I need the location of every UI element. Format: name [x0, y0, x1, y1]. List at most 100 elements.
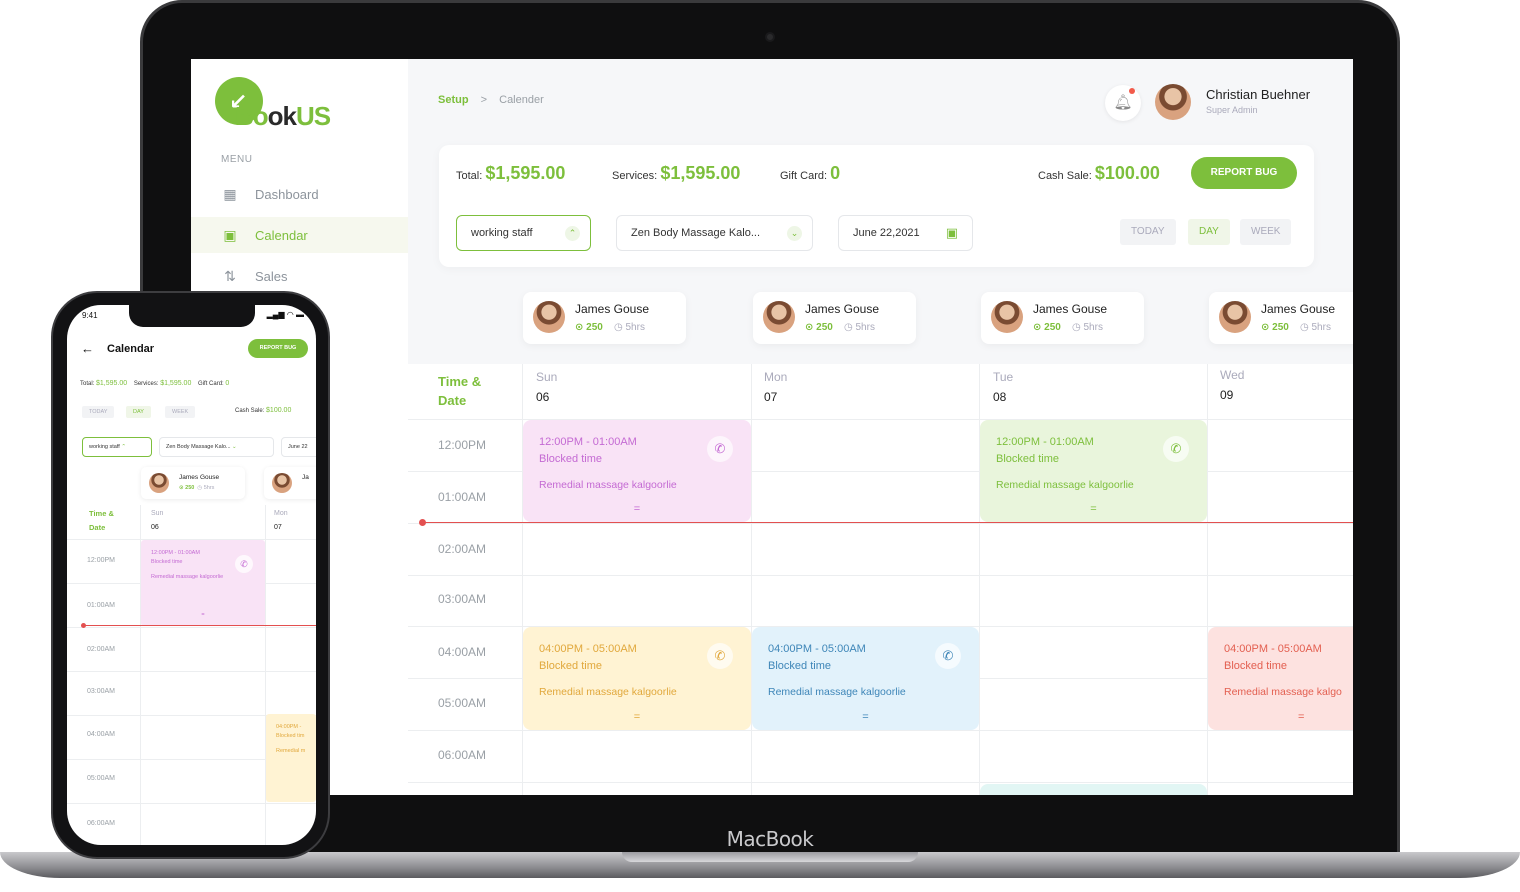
- day-header-mon: Mon 07: [274, 510, 288, 531]
- appointment-time: 04:00PM -: [276, 724, 302, 730]
- laptop-camera: [765, 32, 775, 42]
- service-select[interactable]: Zen Body Massage Kalo... ⌄: [616, 215, 813, 251]
- total-stat: Total: $1,595.00: [456, 163, 566, 183]
- appointment-block[interactable]: 12:00PM - 01:00AM Blocked time Remedial …: [980, 420, 1207, 522]
- sidebar-item-label: Sales: [255, 268, 288, 284]
- drag-handle-icon[interactable]: =: [980, 501, 1207, 518]
- services-stat: Services: $1,595.00: [612, 163, 741, 183]
- time-label: 06:00AM: [438, 748, 487, 762]
- back-arrow-icon[interactable]: ←: [81, 341, 94, 356]
- sidebar-item-label: Dashboard: [255, 186, 319, 202]
- date-picker[interactable]: June 22,2021 ▣: [838, 215, 973, 251]
- appointment-block[interactable]: 04:00PM - Blocked tim Remedial m: [266, 714, 316, 802]
- laptop-screen: ↙ BookUS MENU ▦ Dashboard ▣ Calendar ⇅ S…: [191, 59, 1353, 795]
- user-name: Christian Buehner: [1206, 87, 1311, 102]
- appointment-status: Blocked time: [539, 453, 602, 465]
- drag-handle-icon[interactable]: =: [141, 611, 265, 620]
- view-day-tab[interactable]: DAY: [126, 406, 151, 418]
- time-date-header: Time & Date: [89, 509, 114, 532]
- report-bug-button[interactable]: REPORT BUG: [1191, 157, 1297, 189]
- appointment-block[interactable]: 04:00PM - 05:00AM Blocked time Remedial …: [523, 627, 751, 730]
- summary-card: Total: $1,595.00 Services: $1,595.00 Gif…: [439, 145, 1314, 267]
- time-label: 06:00AM: [87, 820, 116, 827]
- drag-handle-icon[interactable]: =: [1298, 709, 1304, 726]
- breadcrumb-root[interactable]: Setup: [438, 94, 469, 106]
- sidebar-item-calendar[interactable]: ▣ Calendar: [191, 217, 408, 253]
- current-time-dot: [419, 519, 426, 526]
- calendar-grid: Time & Date Sun 06 Mon 07 Tue 08 Wed 09 12:00…: [408, 364, 1353, 795]
- notification-dot: [1129, 88, 1135, 94]
- phone-icon[interactable]: ✆: [707, 436, 733, 462]
- date-picker-value: June 22,2021: [853, 227, 920, 239]
- appointment-block[interactable]: 04:00PM - 05:00AM Blocked time Remedial …: [752, 627, 979, 730]
- phone-icon[interactable]: ✆: [1163, 436, 1189, 462]
- staff-card[interactable]: James Gouse ⊙ 250 ◷ 5hrs: [523, 292, 686, 344]
- staff-select[interactable]: working staff ⌃: [456, 215, 591, 251]
- breadcrumb-current: Calender: [499, 94, 544, 106]
- phone-screen: 9:41 ▂▄▆ ◠ ▬ ← Calendar REPORT BUG Total…: [67, 305, 316, 845]
- view-today-tab[interactable]: TODAY: [82, 406, 115, 418]
- time-label: 04:00AM: [438, 645, 487, 659]
- view-today-tab[interactable]: TODAY: [1120, 219, 1176, 245]
- time-label: 01:00AM: [438, 490, 487, 504]
- appointment-block[interactable]: 04:00PM - 05:00AM Blocked time Remedial …: [1208, 627, 1353, 730]
- grid-divider: [67, 627, 316, 628]
- notification-button[interactable]: 🔔︎: [1105, 85, 1141, 121]
- appointment-service: Remedial massage kalgoorlie: [151, 574, 224, 580]
- appointment-time: 12:00PM - 01:00AM: [539, 436, 637, 448]
- staff-select[interactable]: working staff ⌃: [82, 437, 152, 457]
- staff-avatar: [149, 473, 169, 493]
- chevron-up-icon: ⌃: [121, 444, 126, 450]
- appointment-time: 12:00PM - 01:00AM: [996, 436, 1094, 448]
- user-avatar[interactable]: [1155, 84, 1191, 120]
- date-picker[interactable]: June 22: [281, 437, 316, 457]
- appointment-time: 12:00PM - 01:00AM: [151, 550, 200, 556]
- staff-card[interactable]: James Gouse ⊙ 250 ◷ 5hrs: [141, 467, 245, 499]
- staff-card[interactable]: James Gouse ⊙ 250 ◷ 5hrs: [753, 292, 916, 344]
- appointment-block[interactable]: 12:00PM - 01:00AM Blocked time Remedial …: [523, 420, 751, 522]
- appointment-time: 04:00PM - 05:00AM: [539, 643, 637, 655]
- time-label: 02:00AM: [87, 646, 116, 653]
- drag-handle-icon[interactable]: =: [523, 709, 751, 726]
- staff-name: James Gouse: [179, 474, 220, 481]
- staff-card[interactable]: James Gouse ⊙ 250 ◷ 5hrs: [1209, 292, 1353, 344]
- service-select[interactable]: Zen Body Massage Kalo... ⌄: [159, 437, 274, 457]
- grid-divider: [408, 782, 1353, 783]
- report-bug-button[interactable]: REPORT BUG: [248, 339, 308, 358]
- view-week-tab[interactable]: WEEK: [165, 406, 196, 418]
- phone-icon[interactable]: ✆: [935, 643, 961, 669]
- current-time-line: [83, 625, 316, 626]
- appointment-service: Remedial massage kalgoorlie: [539, 479, 677, 491]
- sort-arrows-icon: ⇅: [224, 267, 236, 284]
- grid-divider: [408, 575, 1353, 576]
- sidebar-item-label: Calendar: [255, 227, 308, 243]
- time-label: 05:00AM: [438, 696, 487, 710]
- day-header-sun: Sun 06: [151, 510, 164, 531]
- staff-name: James Gouse: [575, 302, 650, 316]
- sidebar-item-dashboard[interactable]: ▦ Dashboard: [191, 176, 408, 212]
- appointment-block[interactable]: 12:00PM - 01:00AM Blocked time Remedial …: [141, 540, 265, 626]
- appointment-service: Remedial massage kalgoorlie: [539, 686, 677, 698]
- laptop-base-notch: [622, 852, 918, 862]
- sidebar-item-sales[interactable]: ⇅ Sales: [191, 258, 408, 294]
- appointment-block-partial[interactable]: [980, 784, 1207, 795]
- status-clock: 9:41: [82, 311, 98, 320]
- view-week-tab[interactable]: WEEK: [1240, 219, 1292, 245]
- staff-name: James Gouse: [1033, 302, 1108, 316]
- cash-sale-stat: Cash Sale: $100.00: [1038, 163, 1160, 183]
- grid-icon: ▦: [223, 185, 237, 202]
- phone-icon[interactable]: ✆: [235, 555, 253, 573]
- staff-meta: ⊙ 250 ◷ 5hrs: [1261, 322, 1331, 333]
- phone-icon[interactable]: ✆: [707, 643, 733, 669]
- staff-card[interactable]: James Gouse ⊙ 250 ◷ 5hrs: [981, 292, 1144, 344]
- giftcard-value: 0: [225, 380, 230, 387]
- appointment-status: Blocked time: [768, 660, 831, 672]
- time-label: 12:00PM: [87, 557, 116, 564]
- staff-select-value: working staff: [471, 227, 533, 239]
- staff-card[interactable]: Ja: [264, 467, 316, 499]
- view-day-tab[interactable]: DAY: [1188, 219, 1230, 245]
- bookus-logo[interactable]: ↙ BookUS: [215, 77, 345, 137]
- drag-handle-icon[interactable]: =: [523, 501, 751, 518]
- drag-handle-icon[interactable]: =: [752, 709, 979, 726]
- grid-divider: [408, 730, 1353, 731]
